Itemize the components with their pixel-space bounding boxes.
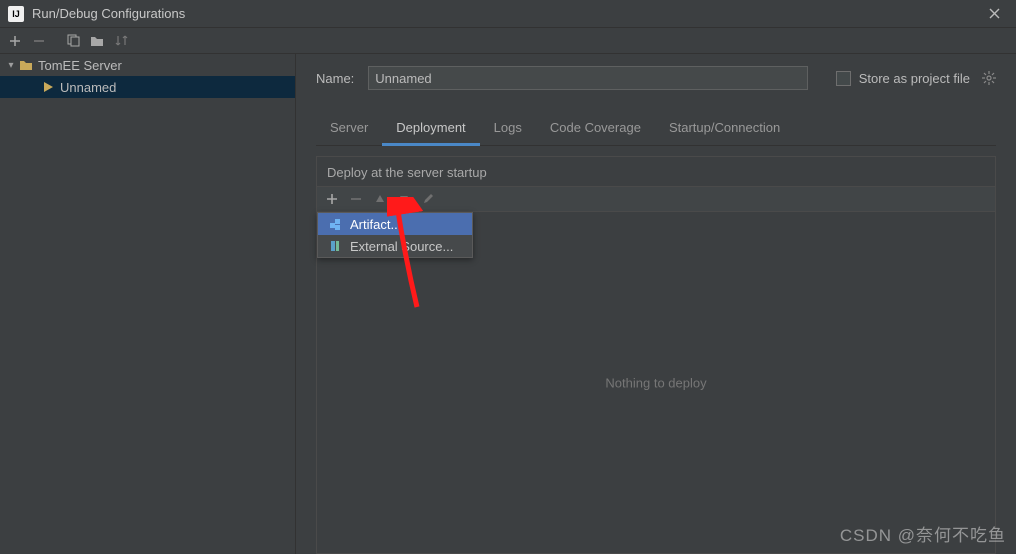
- chevron-down-icon: ▾: [4, 60, 18, 71]
- folder-icon: [18, 57, 34, 73]
- app-icon: IJ: [8, 6, 24, 22]
- gear-icon[interactable]: [982, 71, 996, 85]
- tree-node-label: Unnamed: [60, 80, 116, 95]
- move-up-button[interactable]: [371, 190, 389, 208]
- move-down-button[interactable]: [395, 190, 413, 208]
- tree-node-tomee[interactable]: ▾ TomEE Server: [0, 54, 295, 76]
- config-tree[interactable]: ▾ TomEE Server Unnamed: [0, 54, 296, 554]
- deploy-panel-header: Deploy at the server startup: [317, 157, 995, 186]
- tab-startup[interactable]: Startup/Connection: [655, 112, 794, 145]
- tab-server[interactable]: Server: [316, 112, 382, 145]
- add-config-button[interactable]: [4, 30, 26, 52]
- folder-button[interactable]: [86, 30, 108, 52]
- add-artifact-button[interactable]: [323, 190, 341, 208]
- empty-message: Nothing to deploy: [317, 375, 995, 390]
- deploy-list-body: Nothing to deploy: [317, 212, 995, 553]
- name-label: Name:: [316, 71, 354, 86]
- titlebar: IJ Run/Debug Configurations: [0, 0, 1016, 28]
- sort-button[interactable]: [110, 30, 132, 52]
- close-button[interactable]: [980, 0, 1008, 28]
- tab-coverage[interactable]: Code Coverage: [536, 112, 655, 145]
- run-config-icon: [40, 79, 56, 95]
- tree-node-label: TomEE Server: [38, 58, 122, 73]
- tab-bar: Server Deployment Logs Code Coverage Sta…: [316, 112, 996, 146]
- name-input[interactable]: [368, 66, 808, 90]
- store-checkbox[interactable]: [836, 71, 851, 86]
- store-label: Store as project file: [859, 71, 970, 86]
- window-title: Run/Debug Configurations: [32, 6, 980, 21]
- tree-node-unnamed[interactable]: Unnamed: [0, 76, 295, 98]
- edit-artifact-button[interactable]: [419, 190, 437, 208]
- tab-deployment[interactable]: Deployment: [382, 112, 479, 146]
- remove-artifact-button[interactable]: [347, 190, 365, 208]
- config-toolbar: [0, 28, 1016, 54]
- tab-logs[interactable]: Logs: [480, 112, 536, 145]
- deploy-panel: Deploy at the server startup: [316, 156, 996, 554]
- deploy-toolbar: Artifact... External Source...: [317, 186, 995, 212]
- remove-config-button[interactable]: [28, 30, 50, 52]
- copy-config-button[interactable]: [62, 30, 84, 52]
